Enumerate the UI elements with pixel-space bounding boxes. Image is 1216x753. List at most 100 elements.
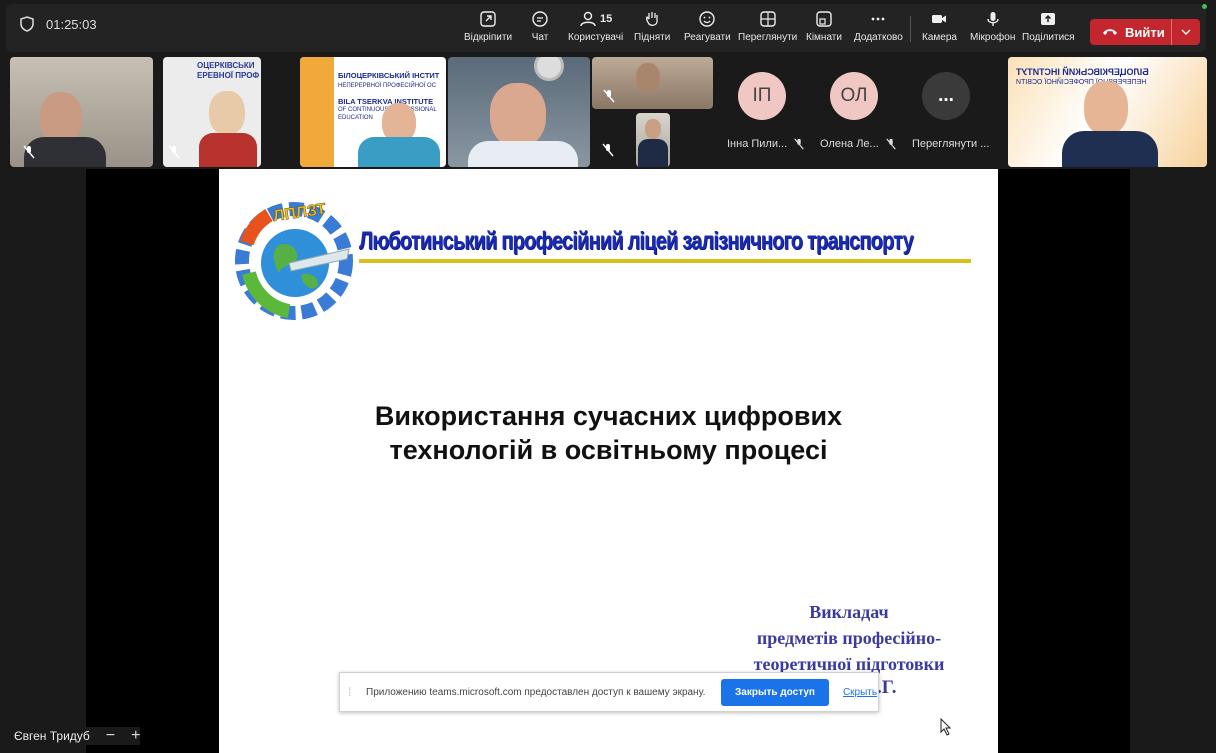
popout-button[interactable]: Відкріпити <box>464 10 512 43</box>
popout-icon <box>478 10 498 28</box>
person-body <box>358 137 440 167</box>
camera-label: Камера <box>922 32 957 43</box>
participant-name-text: Інна Пили... <box>727 138 788 150</box>
react-label: Реагувати <box>684 32 731 43</box>
person-head <box>636 63 660 93</box>
teacher-line: предметів професійно- <box>756 628 942 648</box>
camera-button[interactable]: Камера <box>922 10 957 43</box>
leave-label: Вийти <box>1125 24 1165 40</box>
leave-button[interactable]: Вийти <box>1090 19 1200 45</box>
mic-off-icon <box>23 145 35 159</box>
banner-text: ОЦЕРКІВСЬКИ ЕРЕВНОЇ ПРОФ <box>197 61 260 80</box>
presenter-name: Євген Тридуб <box>14 729 90 743</box>
person-head <box>1084 81 1128 135</box>
banner-text: БІЛОЦЕРКІВСЬКИЙ ІНСТИТУТ <box>1016 67 1149 77</box>
participant-name-text: Олена Ле... <box>820 138 879 150</box>
more-icon <box>868 10 888 28</box>
mouse-cursor-icon <box>940 718 952 736</box>
view-icon <box>758 10 778 28</box>
headline-line: Використання сучасних цифрових <box>374 401 843 431</box>
teacher-line: Викладач <box>809 602 889 622</box>
teacher-info: Викладач предметів професійно- теоретичн… <box>719 599 979 677</box>
person-head <box>645 119 661 139</box>
chat-button[interactable]: Чат <box>530 10 550 43</box>
raise-hand-button[interactable]: Підняти <box>634 10 670 43</box>
react-icon <box>697 10 717 28</box>
mic-off-icon <box>168 145 180 159</box>
avatar-initials: ОЛ <box>840 85 868 106</box>
presenter-label: Євген Тридуб − + <box>14 727 141 745</box>
more-button[interactable]: Додатково <box>854 10 903 43</box>
rooms-label: Кімнати <box>806 32 842 43</box>
people-label: Користувачі <box>568 32 624 43</box>
mic-off-icon <box>794 138 804 150</box>
microphone-icon <box>983 10 1003 28</box>
microphone-button[interactable]: Мікрофон <box>970 10 1015 43</box>
participant-mic-status <box>598 140 618 160</box>
banner-text: EDUCATION <box>338 115 373 121</box>
participant-video[interactable] <box>448 57 590 167</box>
zoom-out-button[interactable]: − <box>106 727 115 745</box>
leave-options-button[interactable] <box>1172 29 1200 35</box>
more-dots: ... <box>938 85 954 106</box>
person-head <box>490 83 546 147</box>
lyceum-logo: ЛПЛЗТ <box>235 201 353 320</box>
share-icon <box>1038 10 1058 28</box>
banner-stripe <box>300 57 334 167</box>
participant-video[interactable]: БІЛОЦЕРКІВСЬКИЙ ІНСТИТ НЕПЕРЕРВНОЇ ПРОФЕ… <box>300 57 446 167</box>
person-body <box>1062 131 1158 167</box>
mic-off-icon <box>602 143 614 157</box>
view-button[interactable]: Переглянути <box>738 10 797 43</box>
banner-text: НЕПЕРЕРВНОЇ ПРОФЕСІЙНОЇ ОС <box>338 83 437 89</box>
shield-icon <box>20 16 34 32</box>
teacher-initials: .Г. <box>877 677 897 698</box>
drag-handle-icon[interactable]: ⁞ <box>348 685 362 699</box>
stop-sharing-button[interactable]: Закрыть доступ <box>721 678 829 706</box>
rooms-button[interactable]: Кімнати <box>806 10 842 43</box>
person-body <box>24 137 106 167</box>
toolbar-divider <box>910 16 911 42</box>
people-icon: 15 <box>576 10 616 28</box>
leave-main[interactable]: Вийти <box>1090 19 1172 45</box>
view-more-button[interactable]: ... <box>922 72 970 120</box>
react-button[interactable]: Реагувати <box>684 10 731 43</box>
chat-icon <box>530 10 550 28</box>
wall-clock <box>534 57 564 81</box>
avatar[interactable]: ОЛ <box>830 72 878 120</box>
screen-share-notification: ⁞ Приложению teams.microsoft.com предост… <box>339 672 879 712</box>
meeting-timer: 01:25:03 <box>20 16 97 32</box>
participant-video[interactable] <box>10 57 153 167</box>
slide-header: Люботинський професійний ліцей залізничн… <box>359 227 914 255</box>
people-count-badge: 15 <box>599 13 613 25</box>
mic-off-icon <box>603 89 615 103</box>
people-button[interactable]: 15 Користувачі <box>568 10 623 43</box>
slide-headline: Використання сучасних цифрових технологі… <box>219 399 998 467</box>
hide-notification-link[interactable]: Скрыть <box>843 687 877 698</box>
presentation-slide: ЛПЛЗТ Люботинський професійний ліцей зал… <box>219 169 998 753</box>
zoom-in-button[interactable]: + <box>131 727 140 745</box>
raise-hand-icon <box>642 10 662 28</box>
chevron-down-icon <box>1181 29 1191 35</box>
share-message: Приложению teams.microsoft.com предостав… <box>366 686 706 698</box>
mic-off-icon <box>885 138 896 150</box>
headline-line: технологій в освітньому процесі <box>389 435 828 465</box>
banner-text: BILA TSERKVA INSTITUTE <box>338 97 434 106</box>
participant-video[interactable] <box>592 57 713 109</box>
participant-video[interactable]: БІЛОЦЕРКІВСЬКИЙ ІНСТИТУТ НЕПЕРЕРВНОЇ ПРО… <box>1008 57 1207 167</box>
avatar-initials: ІП <box>752 85 772 106</box>
more-label: Додатково <box>854 32 903 43</box>
participant-name: Олена Ле... <box>820 138 897 150</box>
person-head <box>209 91 245 135</box>
participant-video[interactable] <box>636 113 670 167</box>
participant-video[interactable]: ОЦЕРКІВСЬКИ ЕРЕВНОЇ ПРОФ <box>163 57 261 167</box>
avatar[interactable]: ІП <box>738 72 786 120</box>
meeting-toolbar: 01:25:03 Відкріпити Чат 15 Користувачі П… <box>6 4 1206 52</box>
banner-text: НЕПЕРЕРВНОЇ ПРОФЕСІЙНОЇ ОСВІТИ <box>1016 79 1147 86</box>
view-more-text: Переглянути ... <box>912 138 990 150</box>
person-body <box>468 141 578 167</box>
recording-indicator <box>1202 4 1207 9</box>
share-button[interactable]: Поділитися <box>1022 10 1075 43</box>
share-label: Поділитися <box>1022 32 1075 43</box>
person-body <box>199 133 257 167</box>
chat-label: Чат <box>531 32 549 43</box>
